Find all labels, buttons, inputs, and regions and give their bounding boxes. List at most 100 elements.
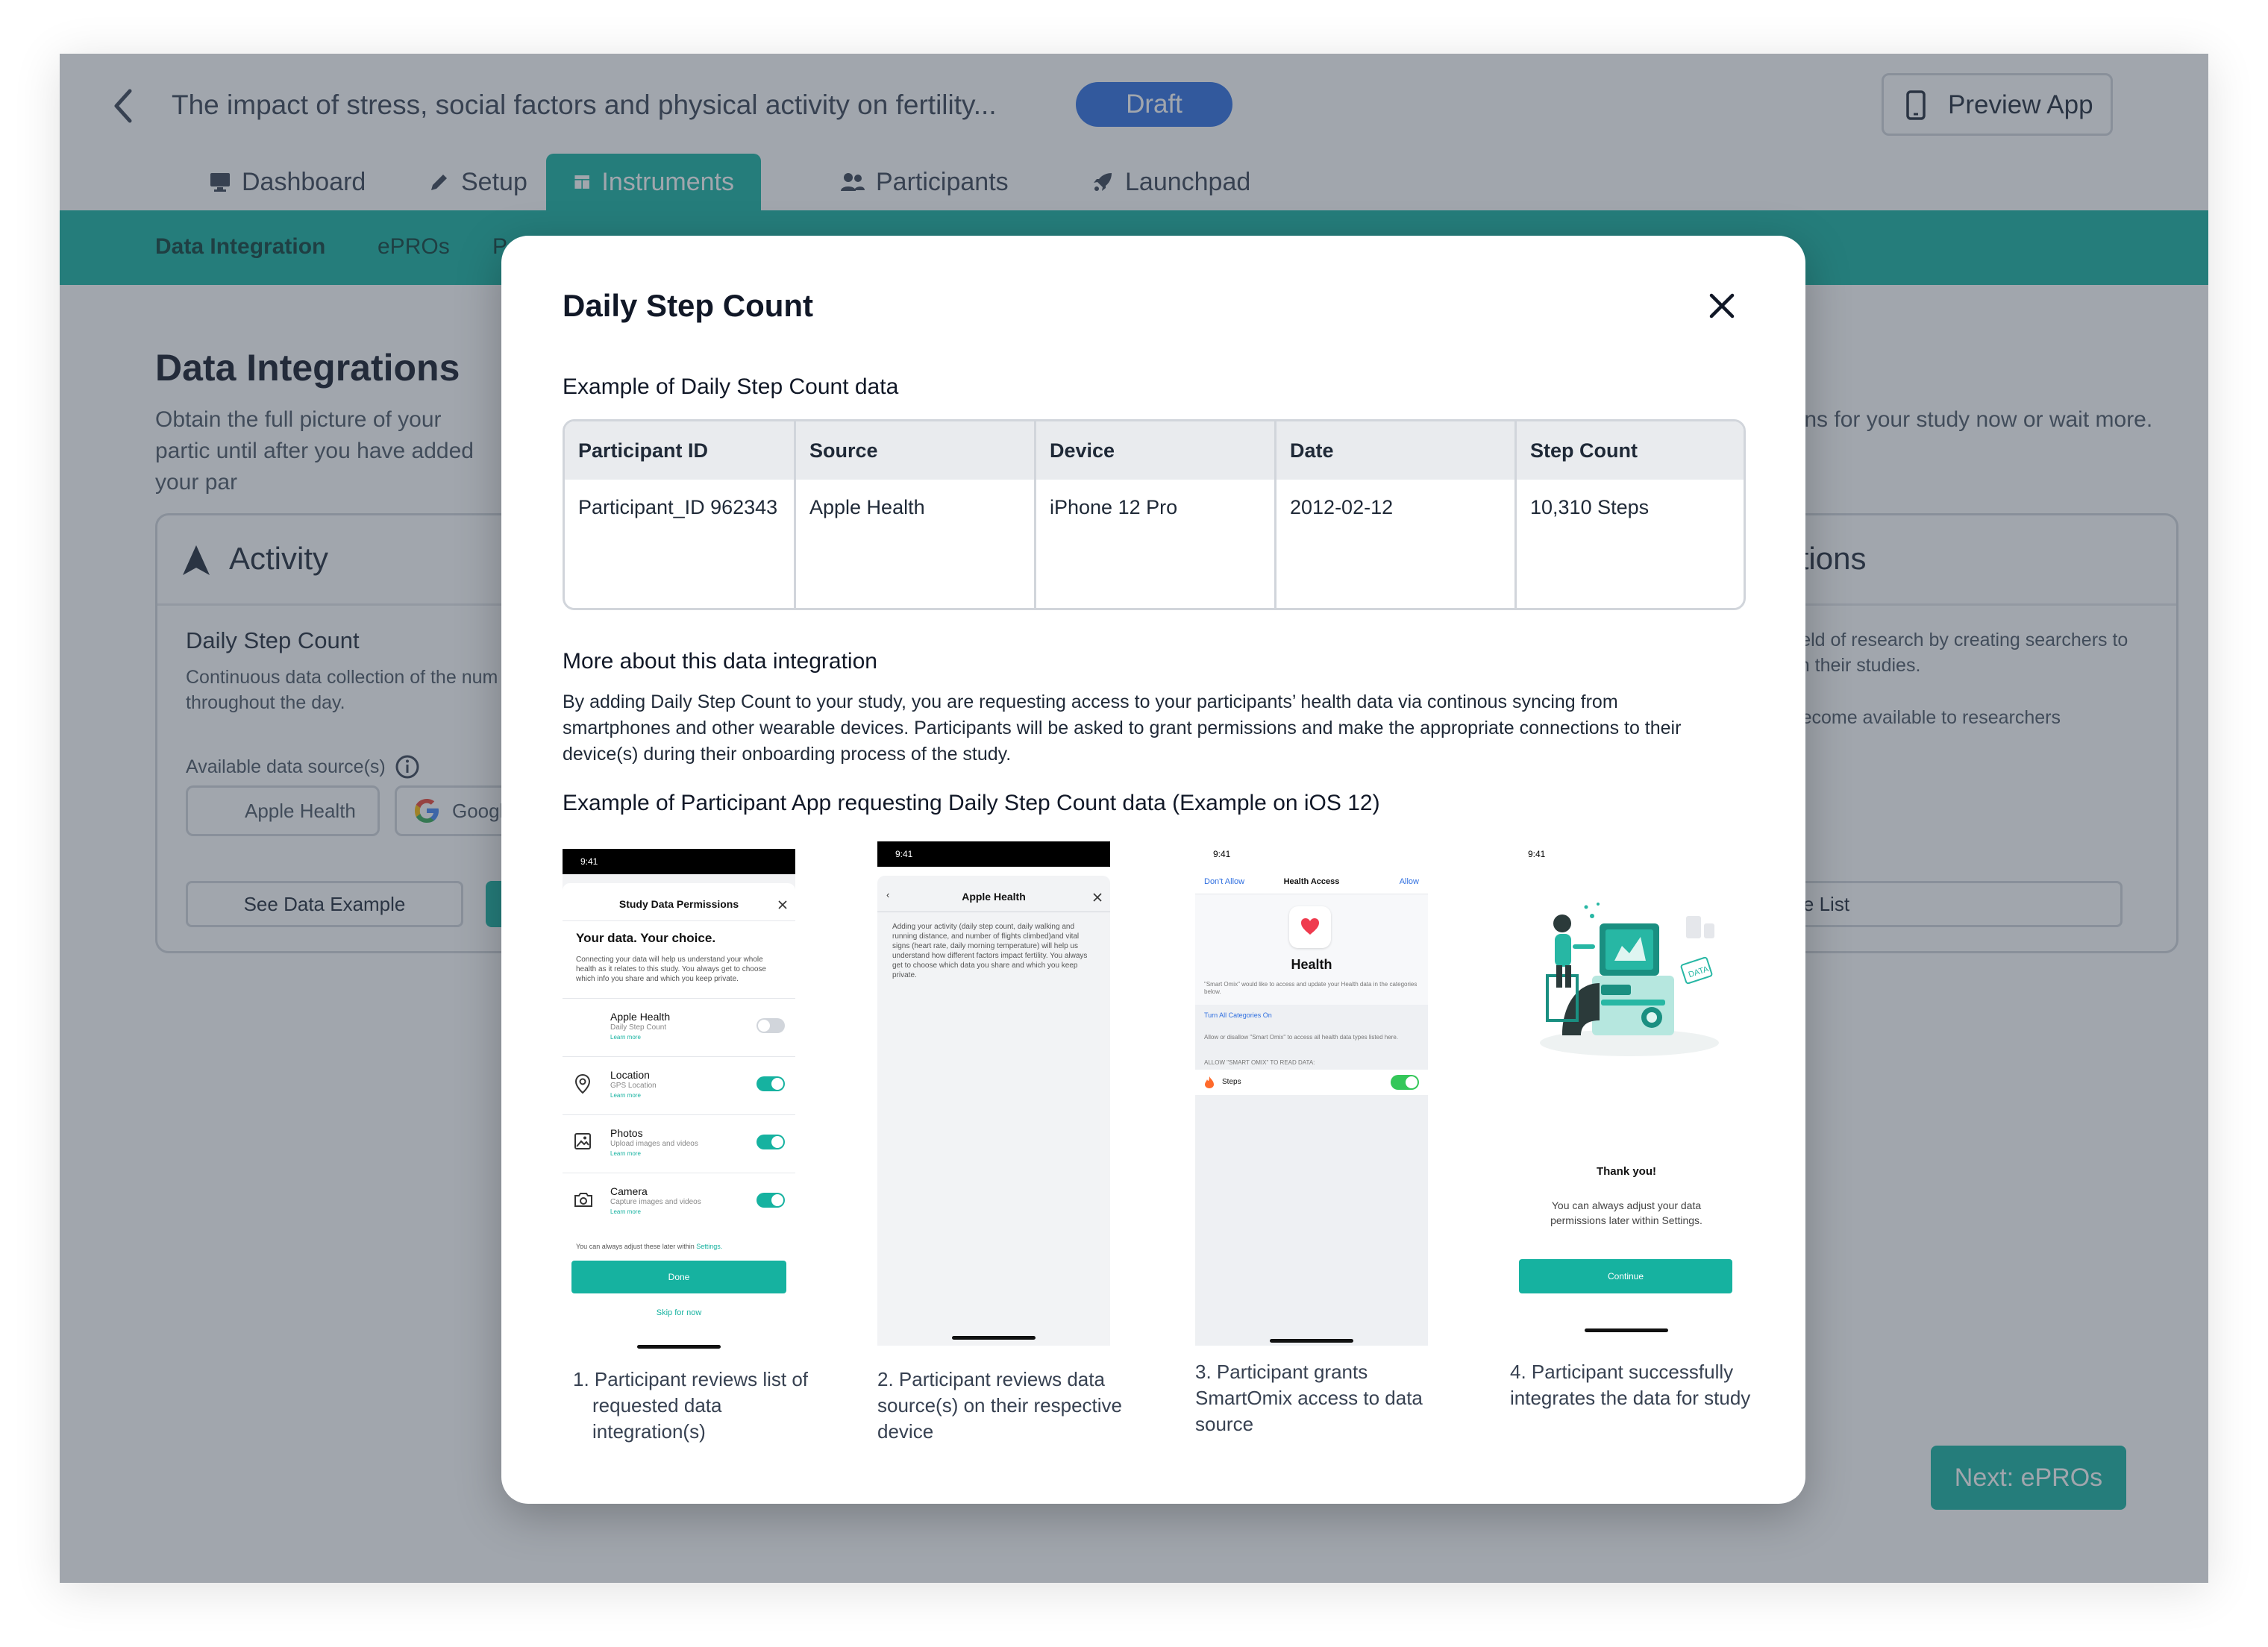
phone-screenshot-apple-health: 9:41 ‹ Apple Health Adding your activity… — [877, 841, 1110, 1346]
table-column: Date 2012-02-12 — [1274, 421, 1514, 608]
permission-title: Apple Health — [610, 1011, 671, 1023]
permission-row-camera[interactable]: Camera Capture images and videos Learn m… — [563, 1173, 795, 1232]
more-heading: More about this data integration — [563, 649, 877, 674]
sheet-body: Connecting your data will help us unders… — [576, 956, 766, 983]
example-heading: Example of Participant App requesting Da… — [563, 791, 1380, 815]
close-button[interactable] — [1705, 289, 1738, 322]
steps-permission-row[interactable]: Steps — [1195, 1070, 1428, 1095]
status-time: 9:41 — [1213, 849, 1231, 859]
image-icon — [574, 1133, 591, 1149]
close-icon — [1093, 893, 1102, 902]
continue-button[interactable]: Continue — [1519, 1259, 1732, 1293]
table-heading: Example of Daily Step Count data — [563, 374, 899, 399]
close-icon — [1709, 293, 1735, 319]
status-time: 9:41 — [1528, 849, 1546, 859]
permission-title: Camera — [610, 1185, 648, 1197]
status-bar: 9:41 — [1195, 841, 1428, 867]
home-indicator — [1585, 1328, 1668, 1332]
permission-row-photos[interactable]: Photos Upload images and videos Learn mo… — [563, 1114, 795, 1173]
sheet-title: Apple Health — [962, 891, 1026, 903]
example-data-table: Participant ID Participant_ID 962343 Sou… — [563, 419, 1746, 610]
home-indicator — [637, 1345, 721, 1349]
app-window: The impact of stress, social factors and… — [60, 54, 2208, 1583]
table-cell: Apple Health — [809, 496, 925, 518]
steps-toggle[interactable] — [1391, 1075, 1419, 1090]
permission-subtitle: Capture images and videos — [610, 1198, 701, 1206]
thank-you-title: Thank you! — [1596, 1165, 1656, 1178]
settings-footnote: You can always adjust these later within… — [576, 1243, 722, 1250]
table-cell: 10,310 Steps — [1530, 496, 1650, 518]
table-header-cell: Device — [1036, 421, 1274, 480]
permissions-sheet: Study Data Permissions Your data. Your c… — [563, 883, 795, 1353]
status-bar: 9:41 — [1510, 841, 1743, 867]
learn-more-link[interactable]: Learn more — [610, 1092, 641, 1099]
table-cell: Participant_ID 962343 — [578, 496, 778, 518]
table-column: Source Apple Health — [794, 421, 1034, 608]
step-caption-1: 1. Participant reviews list of requested… — [573, 1368, 809, 1443]
permission-subtitle: Daily Step Count — [610, 1023, 667, 1032]
skip-link[interactable]: Skip for now — [563, 1308, 795, 1317]
learn-more-link[interactable]: Learn more — [610, 1150, 641, 1157]
sheet-title: Study Data Permissions — [618, 898, 739, 910]
status-time: 9:41 — [895, 849, 913, 859]
health-sheet: ‹ Apple Health Adding your activity (dai… — [877, 876, 1110, 1346]
location-pin-icon — [574, 1073, 591, 1094]
status-time: 9:41 — [580, 856, 598, 867]
allow-description: Allow or disallow "Smart Omix" to access… — [1204, 1034, 1399, 1041]
phone-screenshot-permissions: 9:41 Study Data Permissions Your data. Y… — [563, 849, 795, 1353]
flame-icon — [1205, 1076, 1214, 1088]
permission-subtitle: Upload images and videos — [610, 1140, 698, 1148]
step-caption-4: 4. Participant successfully integrates t… — [1510, 1361, 1751, 1409]
footnote-text: You can always adjust these later within — [576, 1243, 695, 1250]
table-header-cell: Date — [1276, 421, 1514, 480]
permission-subtitle: GPS Location — [610, 1082, 657, 1090]
health-app-desc: "Smart Omix" would like to access and up… — [1204, 981, 1418, 995]
learn-more-link[interactable]: Learn more — [610, 1208, 641, 1215]
health-app-icon — [1289, 906, 1331, 948]
done-button[interactable]: Done — [571, 1261, 786, 1293]
status-bar: 9:41 — [877, 841, 1110, 867]
permission-title: Location — [610, 1069, 650, 1081]
step-caption-3: 3. Participant grants SmartOmix access t… — [1195, 1361, 1423, 1435]
table-header-cell: Step Count — [1517, 421, 1744, 480]
sheet-headline: Your data. Your choice. — [576, 931, 716, 945]
camera-icon — [574, 1193, 592, 1207]
permission-row-apple-health[interactable]: Apple Health Daily Step Count Learn more — [563, 998, 795, 1057]
permission-toggle[interactable] — [756, 1018, 785, 1033]
permission-toggle[interactable] — [756, 1193, 785, 1208]
heart-icon — [1301, 918, 1319, 935]
step-caption-2: 2. Participant reviews data source(s) on… — [877, 1368, 1123, 1443]
phone-screenshot-health-access: 9:41 Don't Allow Health Access Allow Hea… — [1195, 841, 1428, 1346]
home-indicator — [952, 1336, 1036, 1340]
table-column: Participant ID Participant_ID 962343 — [565, 421, 794, 608]
data-example-modal: Daily Step Count Example of Daily Step C… — [501, 236, 1805, 1504]
modal-title: Daily Step Count — [563, 288, 814, 323]
table-header-cell: Participant ID — [565, 421, 794, 480]
read-data-label: ALLOW "SMART OMIX" TO READ DATA: — [1204, 1059, 1315, 1066]
permission-toggle[interactable] — [756, 1076, 785, 1091]
table-cell: iPhone 12 Pro — [1050, 496, 1178, 518]
home-indicator — [1270, 1339, 1353, 1343]
learn-more-link[interactable]: Learn more — [610, 1034, 641, 1041]
sheet-body: Adding your activity (daily step count, … — [892, 923, 1088, 979]
permission-toggle[interactable] — [756, 1135, 785, 1149]
steps-label: Steps — [1222, 1078, 1241, 1086]
dont-allow-button[interactable]: Don't Allow — [1204, 877, 1244, 886]
status-bar: 9:41 — [563, 849, 795, 874]
permission-title: Photos — [610, 1127, 643, 1139]
data-illustration-icon: DATA — [1540, 903, 1719, 1056]
health-access-nav: Don't Allow Health Access Allow — [1195, 867, 1428, 894]
table-column: Step Count 10,310 Steps — [1514, 421, 1744, 608]
close-icon — [778, 900, 787, 909]
thank-you-message: You can always adjust your data permissi… — [1550, 1199, 1702, 1226]
settings-link[interactable]: Settings. — [696, 1243, 722, 1250]
table-column: Device iPhone 12 Pro — [1034, 421, 1274, 608]
allow-button[interactable]: Allow — [1400, 877, 1419, 886]
table-cell: 2012-02-12 — [1290, 496, 1394, 518]
health-app-name: Health — [1291, 957, 1332, 972]
phone-screenshot-thank-you: 9:41 DATA Thank you! You can always adju… — [1510, 841, 1743, 1346]
health-app-card: Health "Smart Omix" would like to access… — [1195, 894, 1428, 1005]
turn-all-categories-link[interactable]: Turn All Categories On — [1204, 1011, 1272, 1019]
more-description: By adding Daily Step Count to your study… — [563, 691, 1682, 765]
permission-row-location[interactable]: Location GPS Location Learn more — [563, 1056, 795, 1115]
